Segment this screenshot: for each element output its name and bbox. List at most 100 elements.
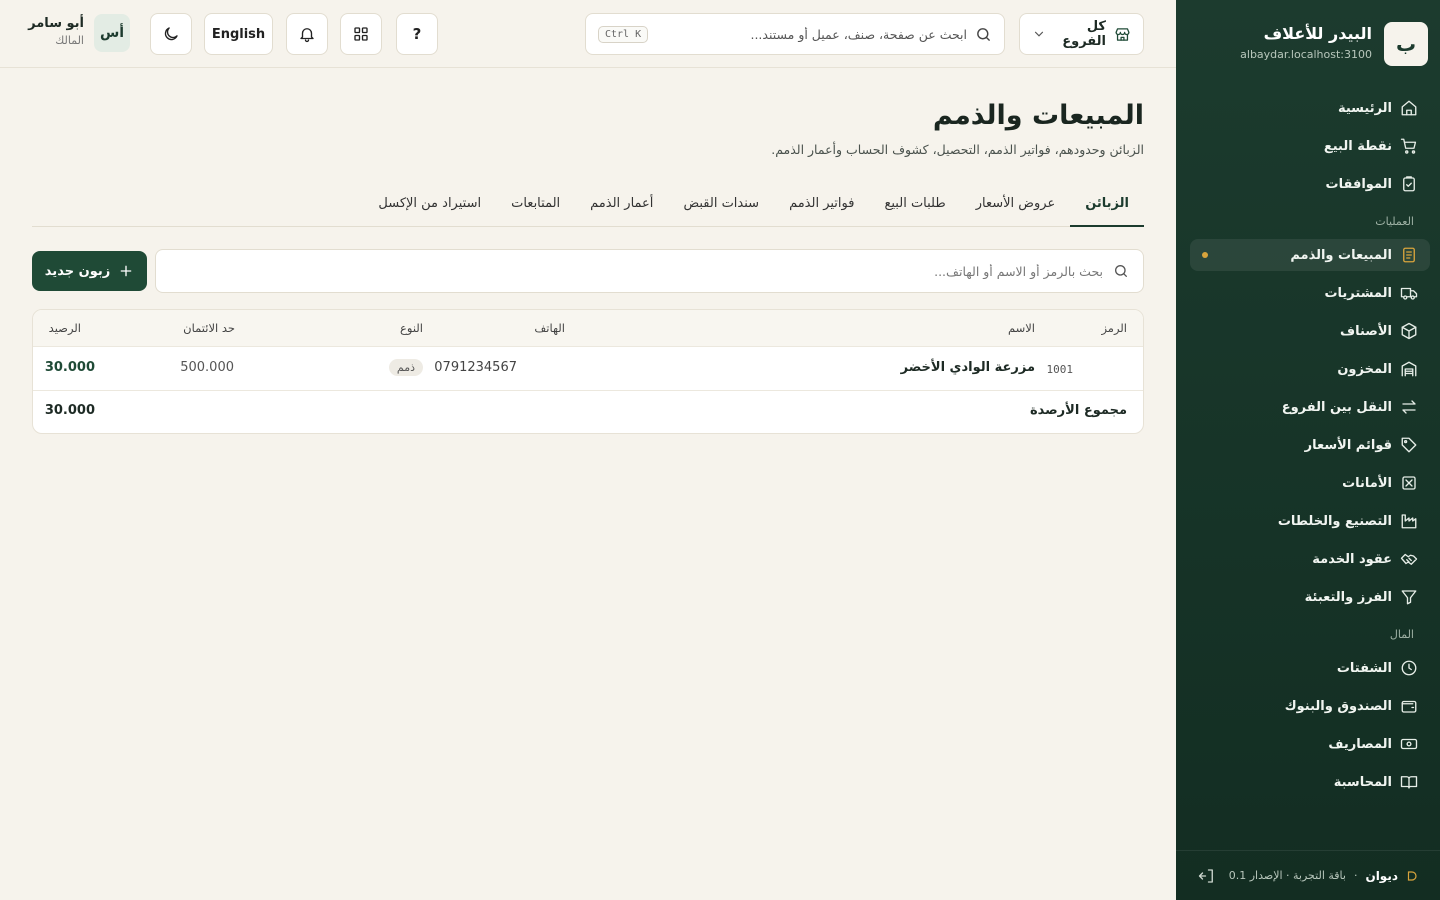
sidebar-item-label: الرئيسية <box>1337 100 1392 116</box>
global-search[interactable]: Ctrl K <box>585 13 1005 55</box>
tab-quotations[interactable]: عروض الأسعار <box>961 186 1071 227</box>
sidebar-item-label: نقطة البيع <box>1323 138 1392 154</box>
notifications-button[interactable] <box>286 13 328 55</box>
sidebar-item-purchases[interactable]: المشتريات <box>1190 277 1430 309</box>
customers-table: الرمز الاسم الهاتف النوع حد الائتمان الر… <box>32 309 1144 434</box>
filter-icon <box>1400 588 1418 606</box>
truck-icon <box>1400 284 1418 302</box>
page-subtitle: الزبائن وحدودهم، فواتير الذمم، التحصيل، … <box>771 142 1144 157</box>
sidebar-item-sorting[interactable]: الفرز والتعبئة <box>1190 581 1430 613</box>
brand-host: albaydar.localhost:3100 <box>1240 48 1372 61</box>
handshake-icon <box>1400 550 1418 568</box>
global-search-input[interactable] <box>656 26 967 42</box>
apps-button[interactable] <box>340 13 382 55</box>
transfer-arrows-icon <box>1400 398 1418 416</box>
theme-toggle-button[interactable] <box>150 13 192 55</box>
sidebar-item-inventory[interactable]: المخزون <box>1190 353 1430 385</box>
logout-icon[interactable] <box>1198 867 1216 885</box>
help-button[interactable]: ? <box>396 13 438 55</box>
header-phone: الهاتف <box>534 321 565 335</box>
sidebar-item-label: الأصناف <box>1340 323 1392 339</box>
brand-name: البيدر للأعلاف <box>1263 24 1372 43</box>
clock-icon <box>1400 659 1418 677</box>
total-label: مجموع الأرصدة <box>1029 403 1127 418</box>
tab-followups[interactable]: المتابعات <box>496 186 575 227</box>
sidebar-item-label: الفرز والتعبئة <box>1304 589 1392 605</box>
sidebar-item-items[interactable]: الأصناف <box>1190 315 1430 347</box>
row-code: 1001 <box>1046 363 1074 376</box>
warehouse-icon <box>1400 360 1418 378</box>
customer-search[interactable] <box>155 249 1144 293</box>
sidebar-item-transfers[interactable]: النقل بين الفروع <box>1190 391 1430 423</box>
sidebar-item-accounting[interactable]: المحاسبة <box>1190 766 1430 798</box>
sidebar-item-service-contracts[interactable]: عقود الخدمة <box>1190 543 1430 575</box>
branch-select-value: كل الفروع <box>1062 19 1106 49</box>
sidebar-item-pos[interactable]: نقطة البيع <box>1190 130 1430 162</box>
sidebar-item-label: المصاريف <box>1328 736 1392 752</box>
row-credit-limit: 500.000 <box>180 360 234 375</box>
sidebar-item-shifts[interactable]: الشفتات <box>1190 652 1430 684</box>
tab-sales-orders[interactable]: طلبات البيع <box>869 186 960 227</box>
total-value: 30.000 <box>44 403 95 418</box>
active-indicator-dot <box>1202 252 1208 258</box>
sidebar-item-expenses[interactable]: المصاريف <box>1190 728 1430 760</box>
header-balance: الرصيد <box>48 321 81 335</box>
sidebar-item-label: المشتريات <box>1324 285 1392 301</box>
sidebar-item-manufacturing[interactable]: التصنيع والخلطات <box>1190 505 1430 537</box>
sidebar-item-label: عقود الخدمة <box>1312 551 1392 567</box>
sidebar-item-label: الموافقات <box>1325 176 1392 192</box>
moon-icon <box>162 25 180 43</box>
bell-icon <box>298 25 316 43</box>
language-toggle-button[interactable]: English <box>204 13 273 55</box>
brand-logo: ب <box>1384 22 1428 66</box>
header-credit-limit: حد الائتمان <box>183 321 235 335</box>
topbar: كل الفروع Ctrl K ? English أس أبو سامر ا… <box>0 0 1176 68</box>
box-icon <box>1400 322 1418 340</box>
main-content: المبيعات والذمم الزبائن وحدودهم، فواتير … <box>0 68 1176 900</box>
sidebar-item-cash-banks[interactable]: الصندوق والبنوك <box>1190 690 1430 722</box>
user-menu[interactable]: أس أبو سامر المالك <box>28 14 142 54</box>
sidebar-item-price-lists[interactable]: قوائم الأسعار <box>1190 429 1430 461</box>
new-customer-label: زبون جديد <box>44 263 111 279</box>
tab-receipts[interactable]: سندات القبض <box>668 186 774 227</box>
brand[interactable]: ب البيدر للأعلاف albaydar.localhost:3100 <box>1188 22 1428 68</box>
row-balance: 30.000 <box>44 360 95 375</box>
sidebar-item-label: النقل بين الفروع <box>1281 399 1392 415</box>
sidebar-footer: ديوان · باقة التجربة · الإصدار 0.1 <box>1176 850 1440 900</box>
user-role: المالك <box>55 34 84 47</box>
home-icon <box>1400 99 1418 117</box>
sidebar-item-label: التصنيع والخلطات <box>1277 513 1392 529</box>
header-name: الاسم <box>1007 321 1035 335</box>
sidebar-item-home[interactable]: الرئيسية <box>1190 92 1430 124</box>
user-name: أبو سامر <box>28 16 84 31</box>
header-code: الرمز <box>1101 321 1127 335</box>
shortcut-hint: Ctrl K <box>598 25 649 43</box>
book-icon <box>1400 773 1418 791</box>
tab-excel-import[interactable]: استيراد من الإكسل <box>363 186 496 227</box>
sidebar-item-approvals[interactable]: الموافقات <box>1190 168 1430 200</box>
chevron-down-icon <box>1032 27 1046 41</box>
store-icon <box>1114 26 1131 43</box>
tab-customers[interactable]: الزبائن <box>1070 186 1144 227</box>
sidebar-item-label: المخزون <box>1337 361 1392 377</box>
table-row[interactable]: 1001 مزرعة الوادي الأخضر 0791234567 ذمم … <box>33 347 1143 391</box>
tab-aging[interactable]: أعمار الذمم <box>575 186 668 227</box>
receipt-icon <box>1400 246 1418 264</box>
customer-search-input[interactable] <box>170 263 1103 279</box>
tab-credit-invoices[interactable]: فواتير الذمم <box>774 186 869 227</box>
page-title: المبيعات والذمم <box>932 100 1144 131</box>
header-type: النوع <box>400 321 423 335</box>
sidebar-item-deposits[interactable]: الأمانات <box>1190 467 1430 499</box>
row-name: مزرعة الوادي الأخضر <box>900 360 1035 375</box>
row-phone: 0791234567 <box>434 360 517 375</box>
clipboard-check-icon <box>1400 175 1418 193</box>
new-customer-button[interactable]: زبون جديد <box>32 251 147 291</box>
nav-section-money: المال <box>1389 628 1414 641</box>
product-name: ديوان <box>1365 868 1398 883</box>
sidebar-item-sales[interactable]: المبيعات والذمم <box>1190 239 1430 271</box>
factory-icon <box>1400 512 1418 530</box>
section-tabs: الزبائن عروض الأسعار طلبات البيع فواتير … <box>32 186 1144 227</box>
branch-select[interactable]: كل الفروع <box>1019 13 1144 55</box>
nav-section-operations: العمليات <box>1375 215 1414 228</box>
sidebar: ب البيدر للأعلاف albaydar.localhost:3100… <box>1176 0 1440 900</box>
